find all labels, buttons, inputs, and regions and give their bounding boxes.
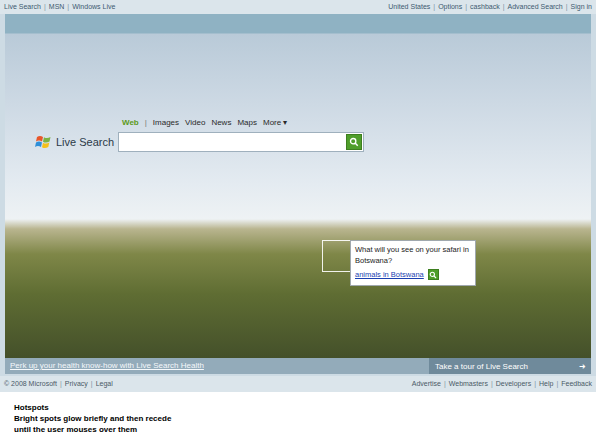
- link-separator: |: [556, 378, 558, 390]
- magnifier-icon: [349, 137, 359, 147]
- caption-title: Hotspots: [14, 402, 582, 413]
- main-frame: Web | Images Video News Maps More ▾ Live Search…: [0, 14, 596, 376]
- footer-right-links: Advertise|Webmasters|Developers|Help|Fee…: [412, 378, 592, 390]
- footer-right-link[interactable]: Feedback: [561, 378, 592, 390]
- search-button[interactable]: [346, 134, 362, 150]
- top-right-link[interactable]: Options: [438, 1, 462, 13]
- top-left-link[interactable]: Windows Live: [72, 1, 115, 13]
- magnifier-icon: [429, 271, 437, 279]
- promo-link[interactable]: Perk up your health know-how with Live S…: [5, 358, 204, 374]
- footer-right-link[interactable]: Help: [539, 378, 553, 390]
- hotspot-link[interactable]: animals in Botswana: [355, 270, 424, 279]
- search-tabs: Web | Images Video News Maps More ▾: [118, 117, 364, 128]
- footer-left-links: © 2008 Microsoft|Privacy|Legal: [4, 378, 113, 390]
- footer-right-link[interactable]: Advertise: [412, 378, 441, 390]
- link-separator: |: [91, 378, 93, 390]
- search-tab[interactable]: More ▾: [263, 117, 287, 128]
- tab-separator: |: [145, 118, 147, 127]
- hotspot-question: What will you see on your safari in Bots…: [355, 244, 471, 266]
- link-separator: |: [566, 1, 568, 13]
- top-right-link[interactable]: cashback: [470, 1, 500, 13]
- promo-strip: Perk up your health know-how with Live S…: [5, 358, 591, 374]
- footer-right-link[interactable]: Webmasters: [449, 378, 488, 390]
- link-separator: |: [491, 378, 493, 390]
- footer-left-link[interactable]: © 2008 Microsoft: [4, 378, 57, 390]
- page: Live Search|MSN|Windows LiveUnited State…: [0, 0, 596, 444]
- link-separator: |: [67, 1, 69, 13]
- search-tab[interactable]: Web: [122, 117, 139, 128]
- top-right-links: United States|Options|cashback|Advanced …: [388, 1, 592, 13]
- link-separator: |: [444, 378, 446, 390]
- caption-line: Bright spots glow briefly and then reced…: [14, 413, 582, 424]
- search-tab[interactable]: Images: [153, 117, 179, 128]
- windows-flag-icon: [35, 134, 53, 150]
- background-photo: Web | Images Video News Maps More ▾ Live Search…: [5, 14, 591, 358]
- search-input[interactable]: [123, 136, 346, 148]
- top-right-link[interactable]: Advanced Search: [508, 1, 563, 13]
- search-tab[interactable]: Maps: [237, 117, 257, 128]
- link-separator: |: [534, 378, 536, 390]
- footer: © 2008 Microsoft|Privacy|LegalAdvertise|…: [0, 376, 596, 392]
- footer-right-link[interactable]: Developers: [496, 378, 531, 390]
- hotspot[interactable]: What will you see on your safari in Bots…: [322, 240, 476, 286]
- caption-line: until the user mouses over them: [14, 424, 582, 435]
- search-widget: Web | Images Video News Maps More ▾ Live Search: [35, 117, 364, 152]
- search-tab[interactable]: Video: [185, 117, 205, 128]
- hotspot-search-button[interactable]: [428, 269, 439, 280]
- link-separator: |: [44, 1, 46, 13]
- hotspot-tooltip: What will you see on your safari in Bots…: [350, 240, 476, 286]
- link-separator: |: [60, 378, 62, 390]
- top-right-link[interactable]: Sign in: [571, 1, 592, 13]
- hotspot-marker[interactable]: [322, 240, 350, 272]
- caption: HotspotsBright spots glow briefly and th…: [0, 392, 596, 444]
- top-right-link[interactable]: United States: [388, 1, 430, 13]
- link-separator: |: [465, 1, 467, 13]
- search-tab[interactable]: News: [211, 117, 231, 128]
- link-separator: |: [503, 1, 505, 13]
- link-separator: |: [433, 1, 435, 13]
- footer-left-link[interactable]: Privacy: [65, 378, 88, 390]
- arrow-icon: ➜: [579, 362, 586, 371]
- tour-text: Take a tour of Live Search: [435, 362, 528, 371]
- hotspot-link-row: animals in Botswana: [355, 269, 471, 280]
- top-bar: Live Search|MSN|Windows LiveUnited State…: [0, 0, 596, 14]
- footer-left-link[interactable]: Legal: [96, 378, 113, 390]
- tour-button[interactable]: Take a tour of Live Search ➜: [429, 358, 591, 374]
- live-search-logo[interactable]: Live Search: [35, 132, 118, 152]
- top-left-link[interactable]: MSN: [49, 1, 65, 13]
- top-left-link[interactable]: Live Search: [4, 1, 41, 13]
- search-field: [118, 132, 364, 152]
- top-left-links: Live Search|MSN|Windows Live: [4, 1, 115, 13]
- logo-text: Live Search: [56, 136, 114, 148]
